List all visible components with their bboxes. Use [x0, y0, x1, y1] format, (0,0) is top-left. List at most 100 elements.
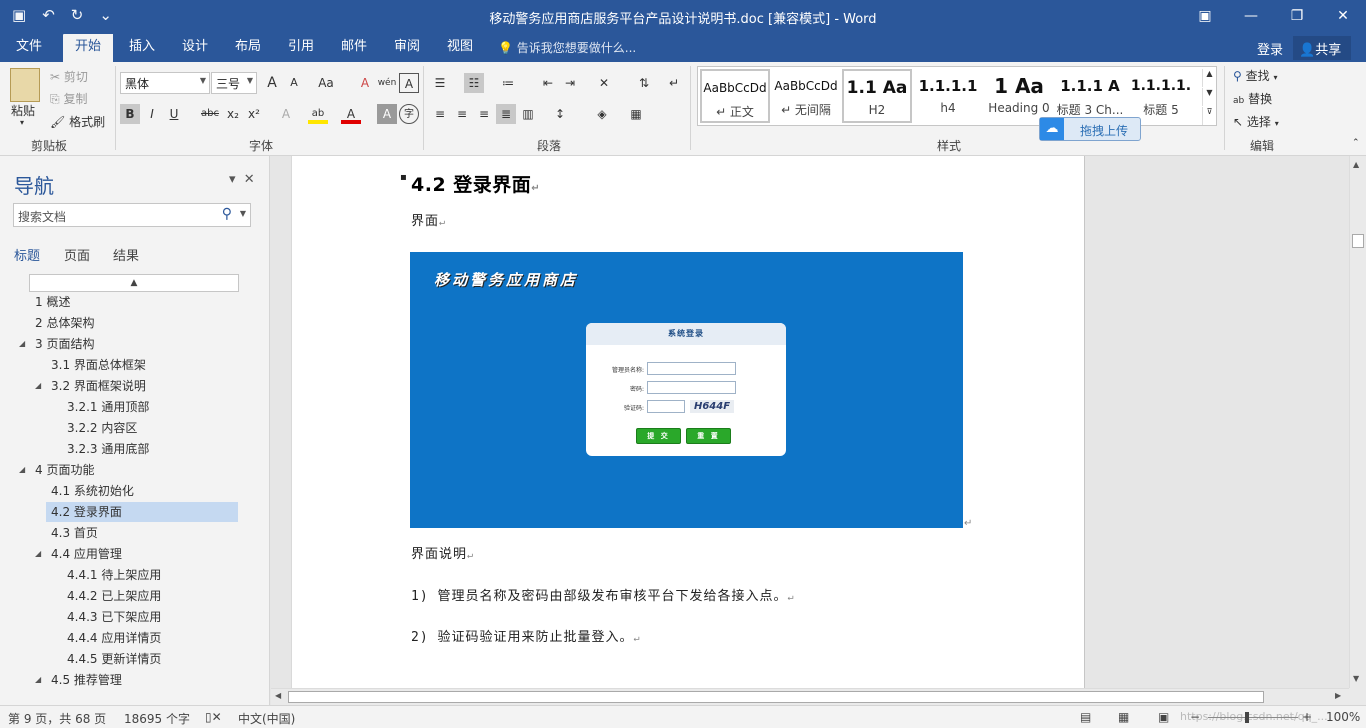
tab-design[interactable]: 设计: [176, 34, 214, 62]
copy-button[interactable]: ⎘ 复制: [50, 90, 87, 107]
nav-heading-item[interactable]: 4.4.2 已上架应用: [0, 586, 240, 606]
distributed-icon[interactable]: ▥: [518, 104, 538, 124]
word-count[interactable]: 18695 个字: [124, 710, 190, 727]
style-h2[interactable]: 1.1 Aa H2: [842, 69, 912, 123]
multilevel-list-icon[interactable]: ≔: [498, 73, 518, 93]
styles-scroll-down-icon[interactable]: ▼: [1202, 88, 1216, 106]
tab-review[interactable]: 审阅: [388, 34, 426, 62]
scroll-left-icon[interactable]: ◀: [275, 691, 281, 700]
expand-triangle-icon[interactable]: ◢: [19, 334, 25, 354]
nav-tab-results[interactable]: 结果: [113, 245, 139, 264]
nav-heading-item[interactable]: 4.4.5 更新详情页: [0, 649, 240, 669]
phonetic-guide-icon[interactable]: wén: [377, 73, 397, 93]
nav-heading-item[interactable]: 4.1 系统初始化: [0, 481, 240, 501]
close-button[interactable]: ✕: [1320, 0, 1366, 32]
search-icon[interactable]: ⚲: [222, 206, 232, 222]
nav-search-input[interactable]: 搜索文档 ⚲ ▼: [13, 203, 251, 227]
list-item-text[interactable]: 2) 验证码验证用来防止批量登入。: [411, 630, 633, 645]
minimize-button[interactable]: —: [1228, 0, 1274, 32]
style-normal[interactable]: AaBbCcDd ↵ 正文: [700, 69, 770, 123]
expand-triangle-icon[interactable]: ◢: [19, 460, 25, 480]
nav-heading-item[interactable]: ◢ 3.2 界面框架说明: [0, 376, 240, 396]
nav-heading-item[interactable]: 4.4.4 应用详情页: [0, 628, 240, 648]
styles-more-icon[interactable]: ⊽: [1202, 107, 1216, 125]
paragraph-text[interactable]: 界面: [411, 214, 439, 229]
bold-button[interactable]: B: [120, 104, 140, 124]
share-button[interactable]: 👤共享: [1293, 36, 1351, 60]
nav-heading-item[interactable]: ◢ 4 页面功能: [0, 460, 240, 480]
scroll-up-icon[interactable]: ▲: [1353, 160, 1359, 169]
zoom-in-icon[interactable]: +: [1302, 710, 1312, 724]
show-marks-icon[interactable]: ↵: [664, 73, 684, 93]
nav-tab-pages[interactable]: 页面: [64, 245, 90, 264]
replace-button[interactable]: ab 替换: [1233, 90, 1272, 107]
nav-heading-item[interactable]: ◢ 4.4 应用管理: [0, 544, 240, 564]
tab-home[interactable]: 开始: [63, 34, 113, 62]
nav-heading-item[interactable]: ◢ 3 页面结构: [0, 334, 240, 354]
tell-me-box[interactable]: 💡 告诉我您想要做什么...: [498, 39, 636, 56]
select-button[interactable]: ↖ 选择 ▾: [1233, 113, 1279, 130]
shading-icon[interactable]: ◈: [592, 104, 612, 124]
tab-file[interactable]: 文件: [10, 34, 48, 62]
style-no-spacing[interactable]: AaBbCcDd ↵ 无间隔: [771, 69, 841, 123]
nav-heading-item[interactable]: 4.2 登录界面: [46, 502, 238, 522]
doc-heading-text[interactable]: 4.2 登录界面: [411, 174, 531, 196]
nav-tab-headings[interactable]: 标题: [14, 245, 40, 264]
char-shading-icon[interactable]: A: [377, 104, 397, 124]
nav-heading-item[interactable]: 2 总体架构: [0, 313, 240, 333]
scroll-down-icon[interactable]: ▼: [1353, 674, 1359, 683]
nav-heading-item[interactable]: 3.2.1 通用顶部: [0, 397, 240, 417]
tab-view[interactable]: 视图: [441, 34, 479, 62]
restore-button[interactable]: ❐: [1274, 0, 1320, 32]
sort-icon[interactable]: ⇅: [634, 73, 654, 93]
scroll-right-icon[interactable]: ▶: [1335, 691, 1341, 700]
web-layout-icon[interactable]: ▣: [1158, 710, 1169, 724]
cut-button[interactable]: ✂ 剪切: [50, 68, 88, 85]
list-item-text[interactable]: 1) 管理员名称及密码由部级发布审核平台下发给各接入点。: [411, 589, 787, 604]
chevron-down-icon[interactable]: ▼: [240, 209, 246, 218]
align-right-icon[interactable]: ≡: [474, 104, 494, 124]
nav-heading-item[interactable]: 3.1 界面总体框架: [0, 355, 240, 375]
ribbon-display-button[interactable]: ▣: [1182, 0, 1228, 32]
highlight-icon[interactable]: ab: [308, 104, 328, 124]
collapse-all-button[interactable]: ▲: [29, 274, 239, 292]
text-effects-icon[interactable]: A: [276, 104, 296, 124]
styles-scroll-up-icon[interactable]: ▲: [1202, 69, 1216, 87]
enclose-char-icon[interactable]: 字: [399, 104, 419, 124]
tab-layout[interactable]: 布局: [229, 34, 267, 62]
borders-icon[interactable]: ▦: [626, 104, 646, 124]
login-screenshot-image[interactable]: 移动警务应用商店 系统登录 管理员名称: 密码: 验证码: H644F 提 交 …: [410, 252, 963, 528]
collapse-ribbon-icon[interactable]: ⌃: [1352, 138, 1360, 148]
nav-heading-item[interactable]: 4.4.3 已下架应用: [0, 607, 240, 627]
tab-references[interactable]: 引用: [282, 34, 320, 62]
style-h4[interactable]: 1.1.1.1 h4: [913, 69, 983, 123]
paste-icon[interactable]: [10, 68, 40, 102]
numbering-icon[interactable]: ☷: [464, 73, 484, 93]
italic-button[interactable]: I: [142, 104, 162, 124]
format-painter-button[interactable]: 🖌 格式刷: [50, 113, 105, 130]
read-mode-icon[interactable]: ▤: [1080, 710, 1091, 724]
line-spacing-icon[interactable]: ↕: [550, 104, 570, 124]
char-border-icon[interactable]: A: [399, 73, 419, 93]
find-button[interactable]: ⚲ 查找 ▾: [1233, 67, 1277, 84]
expand-triangle-icon[interactable]: ◢: [35, 376, 41, 396]
expand-triangle-icon[interactable]: ◢: [35, 544, 41, 564]
upload-widget[interactable]: ☁ 拖拽上传: [1039, 117, 1141, 141]
grow-font-icon[interactable]: A: [262, 73, 282, 93]
zoom-slider-thumb[interactable]: [1245, 712, 1249, 723]
font-family-select[interactable]: 黑体 ▼: [120, 72, 210, 94]
tab-insert[interactable]: 插入: [123, 34, 161, 62]
nav-heading-item[interactable]: 4.3 首页: [0, 523, 240, 543]
zoom-out-icon[interactable]: −: [1190, 710, 1200, 724]
login-link[interactable]: 登录: [1257, 39, 1283, 58]
superscript-button[interactable]: x²: [244, 104, 264, 124]
print-layout-icon[interactable]: ▦: [1118, 710, 1129, 724]
scrollbar-thumb[interactable]: [1352, 234, 1364, 248]
paragraph-text[interactable]: 界面说明: [411, 547, 467, 562]
change-case-button[interactable]: Aa: [312, 73, 340, 93]
nav-heading-item[interactable]: 3.2.3 通用底部: [0, 439, 240, 459]
align-center-icon[interactable]: ≡: [452, 104, 472, 124]
vertical-scrollbar[interactable]: ▲ ▼: [1349, 156, 1366, 688]
clear-format-icon[interactable]: A: [355, 73, 375, 93]
proofing-icon[interactable]: ▯✕: [205, 710, 222, 724]
